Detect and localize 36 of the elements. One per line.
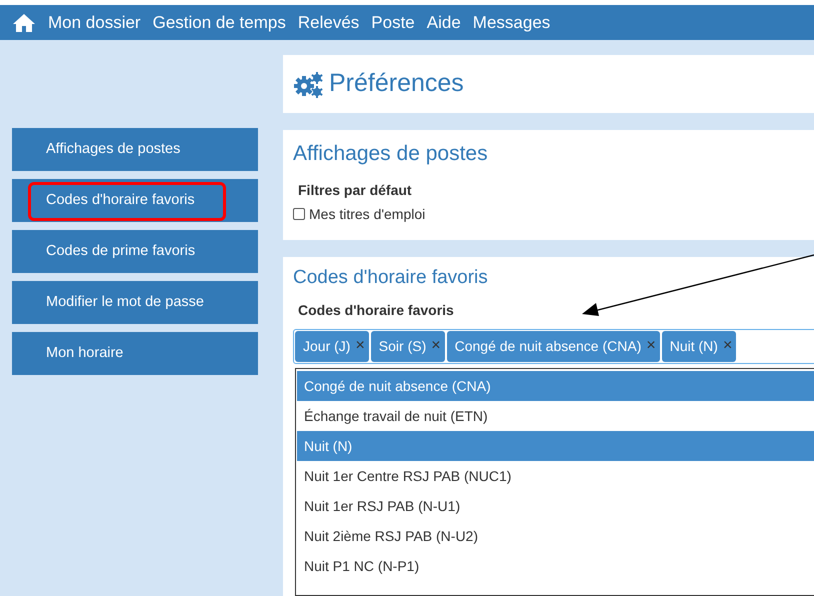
page-title: Préférences	[329, 68, 464, 100]
sidebar-item[interactable]: Codes de prime favoris	[12, 230, 258, 273]
remove-tag-button[interactable]: ×	[355, 334, 365, 358]
sidebar-item[interactable]: Codes d'horaire favoris	[12, 179, 258, 222]
section-title: Codes d'horaire favoris	[293, 266, 488, 290]
tag-label: Jour (J)	[303, 336, 350, 356]
sidebar-item[interactable]: Affichages de postes	[12, 128, 258, 171]
sidebar-item[interactable]: Modifier le mot de passe	[12, 281, 258, 324]
dropdown-option[interactable]: Nuit P1 NC (N-P1)	[297, 551, 814, 581]
dropdown-option[interactable]: Nuit 1er RSJ PAB (N-U1)	[297, 491, 814, 521]
tag-label: Soir (S)	[378, 336, 426, 356]
dropdown-option[interactable]: Nuit 2ième RSJ PAB (N-U2)	[297, 521, 814, 551]
gears-icon	[293, 70, 323, 98]
remove-tag-button[interactable]: ×	[646, 334, 656, 358]
checkbox[interactable]	[293, 208, 305, 220]
dropdown-option[interactable]: Congé de nuit absence (CNA)	[297, 371, 814, 401]
dropdown-option[interactable]: Nuit 1er Centre RSJ PAB (NUC1)	[297, 461, 814, 491]
remove-tag-button[interactable]: ×	[722, 334, 732, 358]
home-icon[interactable]	[12, 12, 36, 32]
field-label: Filtres par défaut	[298, 180, 412, 200]
nav-link[interactable]: Messages	[472, 10, 550, 36]
nav-link[interactable]: Aide	[426, 10, 461, 36]
dropdown-option[interactable]: Nuit (N)	[297, 431, 814, 461]
tag-label: Nuit (N)	[670, 336, 718, 356]
tag-input-field[interactable]: Jour (J) × Soir (S) × Congé de nuit absence (CNA) × Nuit (N) ×	[293, 328, 814, 364]
section-title: Affichages de postes	[293, 141, 488, 167]
sidebar-item[interactable]: Mon horaire	[12, 332, 258, 375]
dropdown-option[interactable]: Échange travail de nuit (ETN)	[297, 401, 814, 431]
nav-link[interactable]: Gestion de temps	[152, 10, 286, 36]
nav-link[interactable]: Relevés	[298, 10, 360, 36]
nav-link[interactable]: Mon dossier	[48, 10, 141, 36]
remove-tag-button[interactable]: ×	[431, 334, 441, 358]
nav-link[interactable]: Poste	[371, 10, 415, 36]
checkbox-label: Mes titres d'emploi	[309, 204, 426, 224]
field-label: Codes d'horaire favoris	[298, 300, 454, 320]
tag-label: Congé de nuit absence (CNA)	[454, 336, 642, 356]
